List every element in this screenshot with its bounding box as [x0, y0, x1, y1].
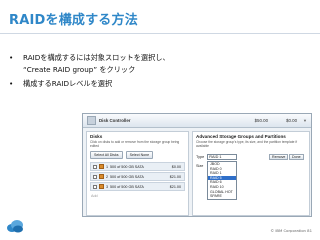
disk-price: $21.00: [169, 174, 181, 179]
disk-label: 500 of 500 GB SATA: [110, 174, 144, 179]
type-label: Type: [196, 155, 205, 159]
disks-description: Click on disks to add or remove from the…: [90, 140, 180, 148]
disk-price: $21.00: [169, 184, 181, 189]
disk-icon: [99, 174, 104, 179]
disk-row[interactable]: 1 500 of 500 GB SATA $0.00: [90, 162, 185, 171]
bullet-item: • RAIDを構成するには対象スロットを選択し、 “Create RAID gr…: [9, 52, 170, 76]
bullet-item: • 構成するRAIDレベルを選択: [9, 78, 170, 90]
remove-button[interactable]: Remove: [269, 154, 289, 160]
bullet-text: RAIDを構成するには対象スロットを選択し、 “Create RAID grou…: [23, 53, 170, 74]
ibm-cloud-logo: [7, 220, 23, 233]
raid-type-dropdown[interactable]: JBOD RAID 0 RAID 1 RAID 5 RAID 6 RAID 10…: [207, 161, 237, 200]
storage-groups-title: Advanced Storage Groups and Partitions: [196, 134, 286, 139]
size-label: Size: [196, 164, 204, 168]
storage-groups-pane: Advanced Storage Groups and Partitions C…: [192, 131, 310, 216]
disk-selection-buttons: Select All Disks Select None: [87, 149, 188, 161]
done-button[interactable]: Done: [289, 154, 304, 160]
bullet-mark: •: [9, 79, 14, 88]
disk-label: 500 of 500 GB SATA: [110, 164, 144, 169]
embedded-screenshot: Disk Controller $50.00 $0.00 ▼ Disks Cli…: [82, 113, 312, 217]
bullet-text: 構成するRAIDレベルを選択: [23, 79, 113, 88]
header-title: Disk Controller: [99, 118, 131, 123]
storage-groups-description: Choose the storage group's type, its siz…: [196, 140, 298, 148]
dropdown-option[interactable]: GLOBAL HOT SPARE: [208, 190, 236, 199]
select-all-disks-button[interactable]: Select All Disks: [90, 151, 123, 159]
header-price: $50.00: [254, 118, 269, 123]
disk-row[interactable]: 2 500 of 500 GB SATA $21.00: [90, 172, 185, 181]
disk-price: $0.00: [171, 164, 181, 169]
disk-label: 500 of 500 GB SATA: [110, 184, 144, 189]
disk-icon: [99, 184, 104, 189]
chevron-down-icon[interactable]: ▼: [303, 118, 307, 123]
header-price-secondary: $0.00: [286, 118, 298, 123]
type-row: Type RAID 1: [196, 154, 238, 160]
title-divider: [0, 33, 320, 34]
raid-type-select[interactable]: RAID 1: [207, 154, 238, 160]
add-disk-link[interactable]: Add: [87, 192, 188, 200]
disk-checkbox[interactable]: [93, 174, 97, 179]
disks-pane: Disks Click on disks to add or remove fr…: [86, 131, 189, 216]
slide-title: RAIDを構成する方法: [9, 13, 138, 28]
bullet-mark: •: [9, 53, 14, 62]
disk-checkbox[interactable]: [93, 164, 97, 169]
disk-controller-header[interactable]: Disk Controller $50.00 $0.00 ▼: [83, 114, 311, 128]
controller-icon: [87, 116, 96, 125]
copyright: © IBM Corporation 81: [270, 228, 312, 233]
disk-checkbox[interactable]: [93, 184, 97, 189]
disks-title: Disks: [90, 134, 103, 139]
select-none-button[interactable]: Select None: [125, 151, 154, 159]
disk-icon: [99, 164, 104, 169]
disk-row[interactable]: 3 500 of 500 GB SATA $21.00: [90, 182, 185, 191]
bullet-list: • RAIDを構成するには対象スロットを選択し、 “Create RAID gr…: [9, 52, 170, 92]
